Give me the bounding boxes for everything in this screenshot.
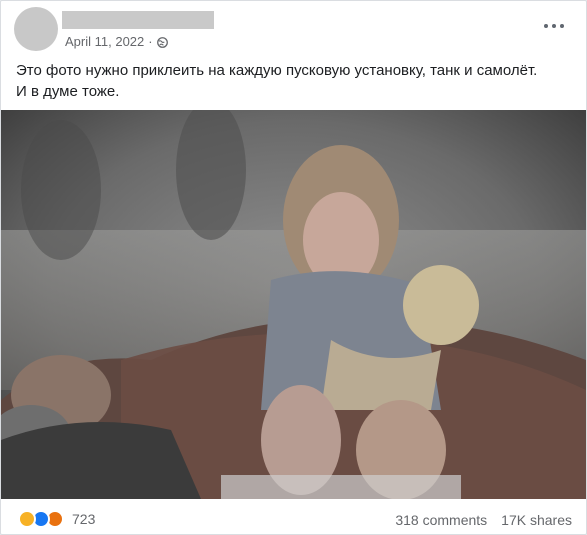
comments-count[interactable]: 318 comments (395, 512, 487, 528)
post-meta: April 11, 2022 · (65, 34, 168, 49)
shares-count[interactable]: 17K shares (501, 512, 572, 528)
engagement-bar: 723 318 comments 17K shares (1, 508, 586, 530)
post-text-line: И в думе тоже. (16, 83, 120, 100)
post-date[interactable]: April 11, 2022 (65, 34, 144, 49)
reactions-summary[interactable]: 723 (18, 510, 95, 528)
post-text-line: Это фото нужно приклеить на каждую пуско… (16, 62, 538, 79)
post-card: April 11, 2022 · Это фото нужно приклеит… (0, 0, 587, 535)
post-text: Это фото нужно приклеить на каждую пуско… (16, 60, 576, 102)
meta-separator: · (148, 34, 153, 49)
engagement-counts: 318 comments 17K shares (395, 512, 572, 528)
globe-icon[interactable] (156, 36, 168, 48)
reaction-count[interactable]: 723 (72, 511, 95, 527)
more-options-icon[interactable] (544, 19, 564, 33)
post-photo[interactable] (1, 110, 586, 499)
avatar[interactable] (14, 7, 58, 51)
author-name-redacted[interactable] (62, 11, 214, 29)
sad-reaction-icon (18, 510, 36, 528)
